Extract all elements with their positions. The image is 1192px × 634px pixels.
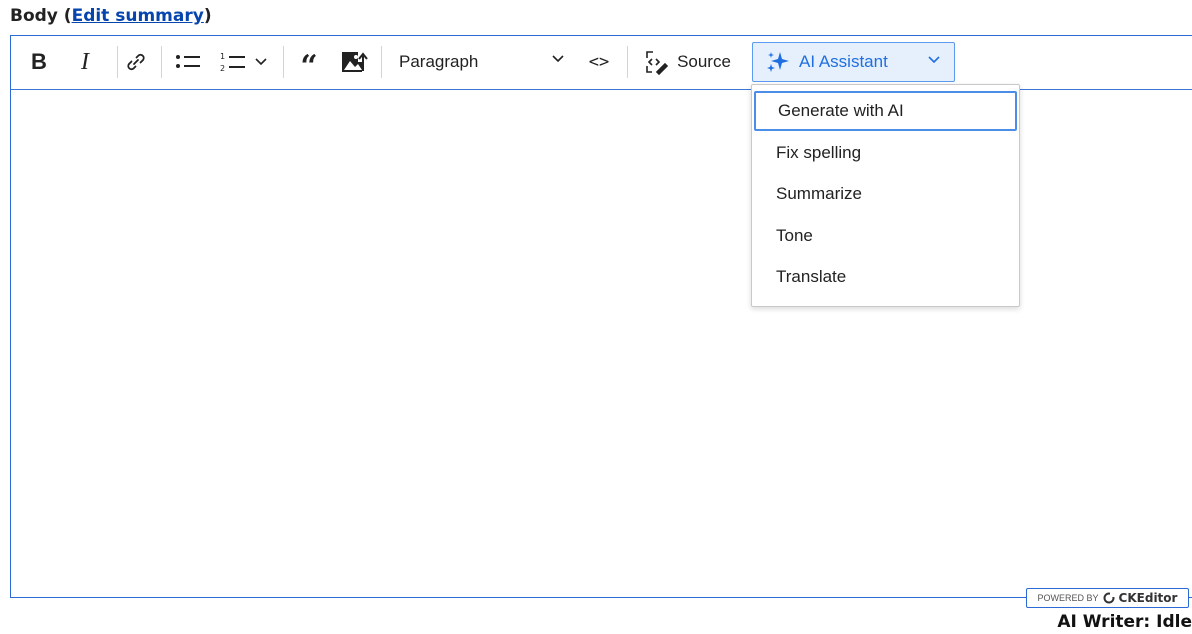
menu-item-translate[interactable]: Translate [754, 257, 1017, 297]
italic-icon: I [81, 48, 89, 75]
source-button[interactable]: Source [636, 43, 738, 81]
blockquote-icon: “ [300, 49, 318, 84]
field-label: Body (Edit summary) [10, 6, 212, 26]
link-button[interactable] [121, 43, 151, 81]
italic-button[interactable]: I [71, 43, 99, 81]
ai-assistant-button[interactable]: AI Assistant [752, 42, 955, 82]
code-block-button[interactable]: <> [584, 43, 614, 81]
heading-dropdown[interactable]: Paragraph [389, 43, 614, 81]
menu-item-fix-spelling[interactable]: Fix spelling [754, 133, 1017, 173]
source-label: Source [677, 52, 731, 71]
ckeditor-logo-icon [1103, 592, 1115, 604]
field-label-prefix: Body ( [10, 6, 72, 26]
toolbar-separator [627, 46, 628, 78]
blockquote-button[interactable]: “ [294, 43, 324, 84]
heading-dropdown-value: Paragraph [399, 52, 479, 71]
chevron-down-icon [928, 56, 940, 64]
menu-item-summarize[interactable]: Summarize [754, 174, 1017, 214]
powered-by-brand: CKEditor [1118, 591, 1178, 605]
toolbar-separator [117, 46, 118, 78]
image-upload-button[interactable] [338, 43, 372, 81]
menu-item-generate-with-ai[interactable]: Generate with AI [754, 91, 1017, 131]
numbered-list-icon: 1 2 [220, 52, 245, 73]
menu-item-tone[interactable]: Tone [754, 216, 1017, 256]
source-icon [646, 51, 669, 75]
bold-icon: B [31, 49, 47, 74]
image-upload-icon [342, 49, 369, 72]
svg-text:1: 1 [220, 52, 225, 61]
chevron-down-icon [552, 55, 564, 63]
toolbar-separator [283, 46, 284, 78]
field-label-suffix: ) [203, 6, 212, 26]
ai-writer-status: AI Writer: Idle [1057, 612, 1192, 632]
bulleted-list-button[interactable] [171, 43, 205, 81]
code-block-icon: <> [588, 52, 610, 72]
ai-assistant-label: AI Assistant [799, 52, 888, 71]
ai-assistant-menu: Generate with AI Fix spelling Summarize … [751, 84, 1020, 307]
sparkle-icon [767, 52, 789, 72]
link-icon [127, 53, 145, 71]
svg-text:2: 2 [220, 64, 225, 73]
chevron-down-icon [255, 58, 267, 66]
numbered-list-options-button[interactable] [251, 43, 271, 81]
powered-by-text: POWERED BY [1037, 593, 1099, 603]
toolbar-separator [381, 46, 382, 78]
bold-button[interactable]: B [25, 43, 53, 81]
toolbar-separator [161, 46, 162, 78]
numbered-list-button[interactable]: 1 2 [216, 43, 250, 81]
edit-summary-link[interactable]: Edit summary [72, 6, 204, 26]
bulleted-list-icon [176, 55, 200, 68]
editor-toolbar: B I 1 2 “ Paragraph <> Source AI Assista… [11, 36, 1192, 90]
powered-by-badge[interactable]: POWERED BY CKEditor [1026, 588, 1189, 608]
